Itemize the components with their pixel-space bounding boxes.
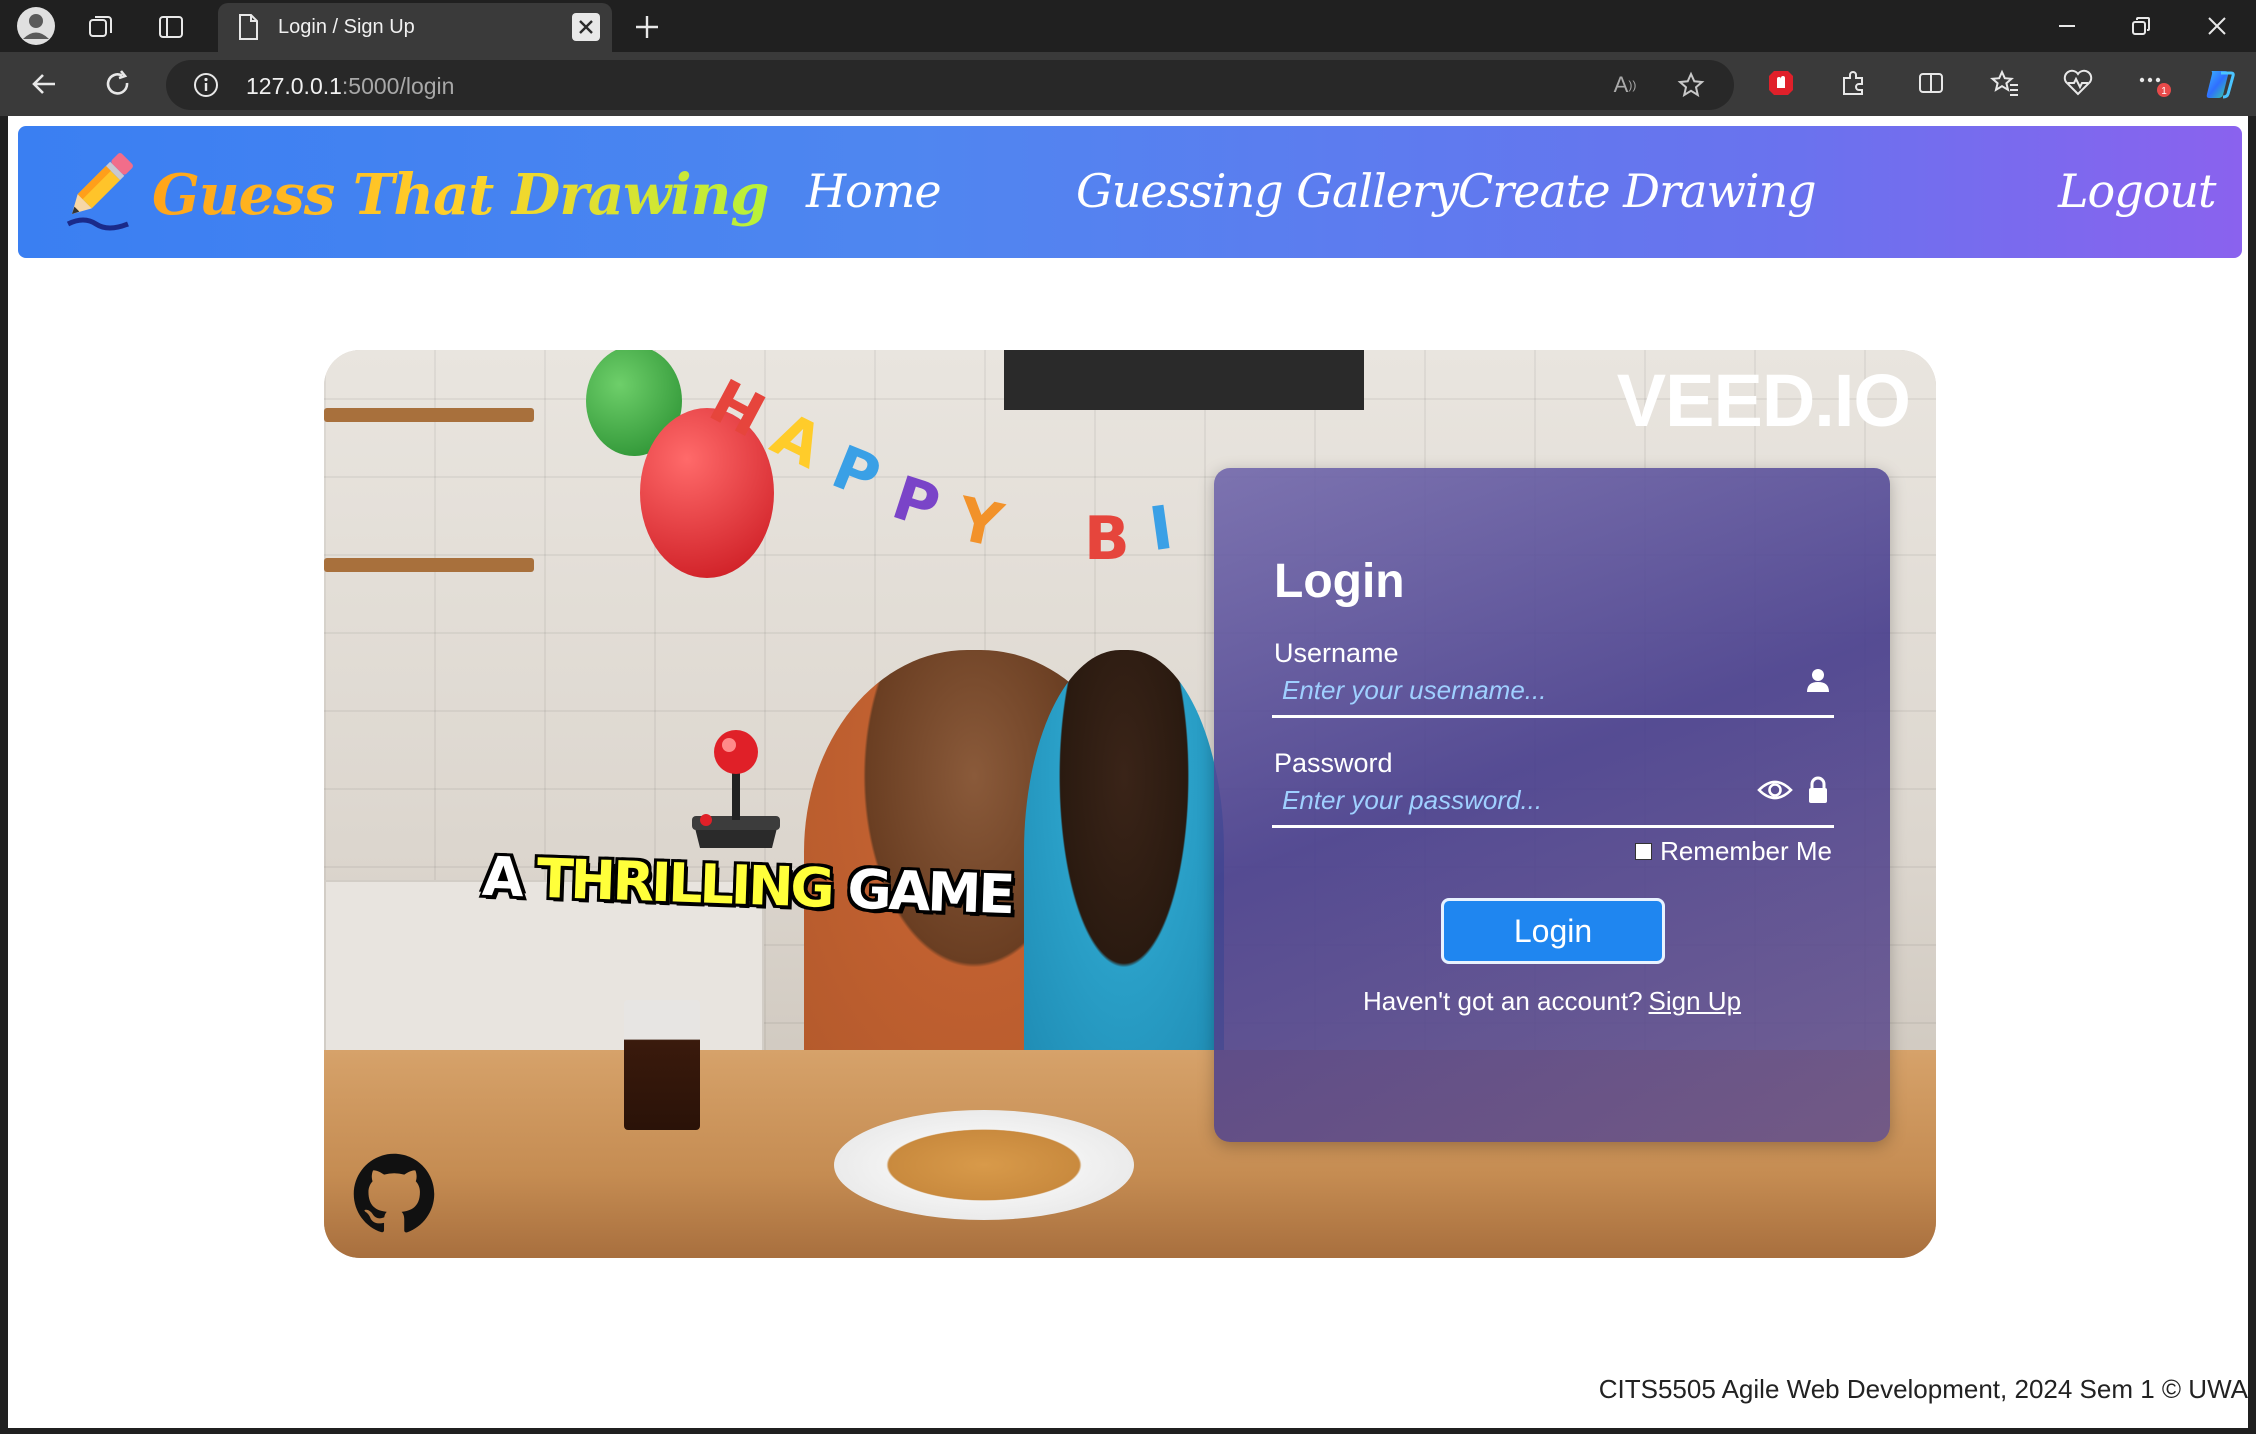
puzzle-icon[interactable]: [1836, 66, 1870, 100]
star-icon[interactable]: [1676, 70, 1706, 100]
extension-red-icon[interactable]: [1764, 66, 1798, 100]
login-card: Login Username Password: [1214, 468, 1890, 1142]
copilot-icon[interactable]: [2200, 64, 2240, 104]
active-tab[interactable]: Login / Sign Up: [218, 3, 612, 52]
signup-link[interactable]: Sign Up: [1649, 986, 1742, 1016]
password-field: Password: [1272, 748, 1834, 828]
tab-actions-icon[interactable]: [154, 10, 188, 44]
brand[interactable]: Guess That Drawing: [54, 150, 769, 239]
nav-link-guessing-gallery[interactable]: Guessing Gallery: [1076, 164, 1459, 218]
restore-icon[interactable]: [2104, 0, 2178, 52]
nav-link-create-drawing[interactable]: Create Drawing: [1458, 164, 1817, 218]
username-field: Username: [1272, 638, 1834, 718]
veed-watermark: VEED.IO: [1616, 359, 1911, 442]
new-tab-icon[interactable]: [630, 10, 664, 44]
signup-prompt-text: Haven't got an account?: [1362, 986, 1643, 1016]
shelf-top: [324, 408, 534, 422]
more-icon[interactable]: 1: [2134, 66, 2174, 100]
health-icon[interactable]: [2060, 66, 2096, 100]
split-screen-icon[interactable]: [1914, 66, 1948, 100]
login-button[interactable]: Login: [1441, 898, 1665, 964]
remember-me[interactable]: Remember Me: [1635, 836, 1832, 867]
window-close-icon[interactable]: [2180, 0, 2254, 52]
remember-label: Remember Me: [1660, 836, 1832, 866]
workspaces-icon[interactable]: [84, 10, 118, 44]
minimize-icon[interactable]: [2030, 0, 2104, 52]
joystick-icon: [684, 724, 788, 854]
back-icon[interactable]: [26, 66, 62, 102]
nav-link-home[interactable]: Home: [806, 164, 942, 218]
url-path: :5000/login: [341, 73, 455, 99]
page-viewport: Guess That Drawing Home Guessing Gallery…: [8, 116, 2248, 1428]
glass: [624, 1000, 700, 1130]
brand-title: Guess That Drawing: [152, 161, 769, 228]
url-host: 127.0.0.1: [246, 73, 342, 99]
footer-text: CITS5505 Agile Web Development, 2024 Sem…: [1598, 1374, 2248, 1404]
shelf-bottom: [324, 558, 534, 572]
user-icon: [1802, 664, 1834, 696]
navbar: Guess That Drawing Home Guessing Gallery…: [18, 126, 2242, 258]
password-label: Password: [1274, 748, 1393, 778]
svg-text:1: 1: [2161, 86, 2167, 97]
tagline-word-game: GAME: [846, 857, 1014, 927]
password-input[interactable]: [1282, 782, 1742, 818]
signup-prompt: Haven't got an account? Sign Up: [1214, 986, 1890, 1017]
hero-video[interactable]: H A P P Y B I A THRILLING GAME VEED.IO L…: [324, 350, 1936, 1258]
person-right: [1024, 650, 1224, 1070]
github-icon[interactable]: [352, 1152, 436, 1236]
login-title: Login: [1274, 555, 1405, 608]
username-label: Username: [1274, 638, 1399, 668]
refresh-icon[interactable]: [100, 66, 136, 102]
page-icon: [234, 13, 262, 41]
lock-icon: [1802, 774, 1834, 806]
close-icon[interactable]: [572, 13, 600, 41]
favorites-icon[interactable]: [1988, 66, 2022, 100]
url-bar[interactable]: 127.0.0.1:5000/login A)): [166, 60, 1734, 110]
username-input[interactable]: [1282, 672, 1742, 708]
eye-icon[interactable]: [1756, 774, 1794, 806]
info-icon[interactable]: [192, 71, 220, 99]
profile-icon[interactable]: [16, 6, 56, 46]
browser-tab-strip: Login / Sign Up: [0, 0, 2256, 52]
read-aloud-icon[interactable]: A)): [1610, 70, 1640, 100]
address-bar-row: 127.0.0.1:5000/login A)) 1: [0, 52, 2256, 116]
plate-pastries: [834, 1110, 1134, 1220]
url-text[interactable]: 127.0.0.1:5000/login: [246, 73, 454, 100]
nav-link-logout[interactable]: Logout: [2058, 164, 2216, 218]
tagline-word-thrilling: THRILLING: [535, 846, 833, 920]
tab-title: Login / Sign Up: [278, 16, 415, 38]
pencil-icon: [54, 150, 138, 239]
remember-checkbox[interactable]: [1635, 843, 1653, 860]
tagline-word-a: A: [481, 844, 523, 910]
